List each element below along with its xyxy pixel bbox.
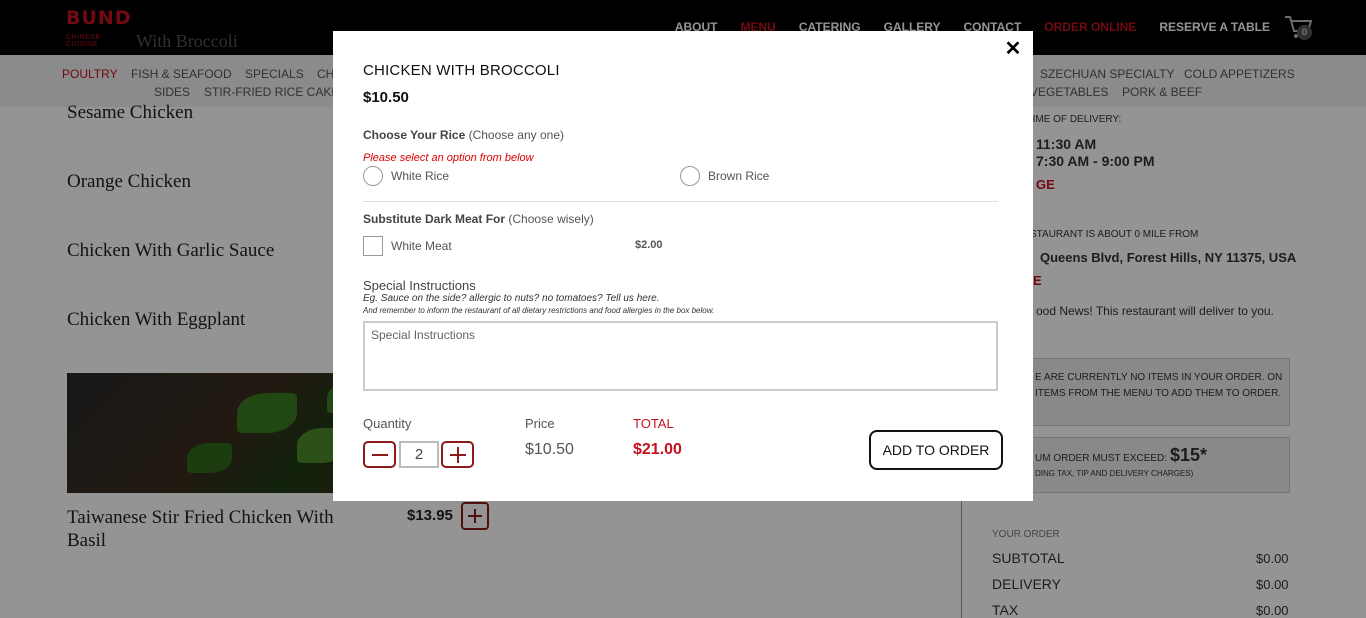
brown-rice-label[interactable]: Brown Rice bbox=[708, 169, 769, 183]
white-meat-price: $2.00 bbox=[635, 239, 663, 251]
rice-error-message: Please select an option from below bbox=[363, 152, 534, 164]
total-label: TOTAL bbox=[633, 416, 674, 431]
meat-group-label: Substitute Dark Meat For (Choose wisely) bbox=[363, 212, 594, 226]
close-icon[interactable]: ✕ bbox=[1003, 39, 1023, 59]
modal-item-title: CHICKEN WITH BROCCOLI bbox=[363, 62, 560, 79]
white-meat-label[interactable]: White Meat bbox=[391, 239, 452, 253]
special-instructions-hint: Eg. Sauce on the side? allergic to nuts?… bbox=[363, 293, 660, 304]
decrease-quantity-button[interactable] bbox=[363, 441, 396, 468]
quantity-input[interactable] bbox=[399, 441, 439, 468]
brown-rice-radio[interactable] bbox=[680, 166, 700, 186]
rice-group-title: Choose Your Rice bbox=[363, 128, 466, 142]
increase-quantity-button[interactable] bbox=[441, 441, 474, 468]
special-instructions-input[interactable] bbox=[363, 321, 998, 391]
total-price: $21.00 bbox=[633, 441, 682, 458]
white-rice-label[interactable]: White Rice bbox=[391, 169, 449, 183]
rice-group-hint: (Choose any one) bbox=[468, 128, 564, 142]
section-divider bbox=[363, 201, 998, 202]
white-meat-checkbox[interactable] bbox=[363, 236, 383, 256]
rice-group-label: Choose Your Rice (Choose any one) bbox=[363, 128, 564, 142]
quantity-label: Quantity bbox=[363, 416, 412, 431]
meat-group-hint: (Choose wisely) bbox=[508, 212, 594, 226]
modal-item-price: $10.50 bbox=[363, 89, 409, 106]
special-instructions-title: Special Instructions bbox=[363, 278, 476, 293]
meat-group-title: Substitute Dark Meat For bbox=[363, 212, 506, 226]
price-label: Price bbox=[525, 416, 555, 431]
item-options-modal: ✕ CHICKEN WITH BROCCOLI $10.50 Choose Yo… bbox=[333, 31, 1033, 501]
unit-price: $10.50 bbox=[525, 441, 574, 458]
white-rice-radio[interactable] bbox=[363, 166, 383, 186]
add-to-order-button[interactable]: ADD TO ORDER bbox=[869, 430, 1003, 470]
allergy-notice: And remember to inform the restaurant of… bbox=[363, 306, 715, 315]
